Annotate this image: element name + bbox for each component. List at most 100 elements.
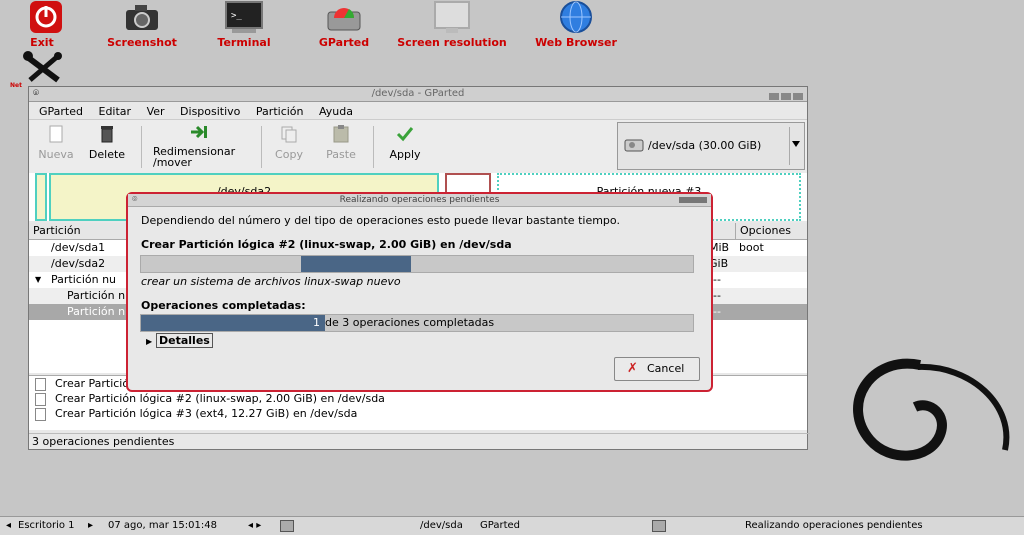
progress-text: de 3 operaciones completadas [325,316,495,329]
details-expander[interactable]: ▶ Detalles [146,333,213,348]
globe-icon [560,1,592,33]
graph-sda1[interactable] [35,173,47,221]
row-partition: /dev/sda2 [51,257,106,270]
document-icon [35,393,46,406]
network-label: Net [10,82,22,89]
sub-progress-bar [140,255,694,273]
apply-label: Apply [389,148,421,161]
copy-button[interactable]: Copy [269,124,309,161]
task-gparted-name[interactable]: GParted [480,517,520,534]
operation-text: Crear Partición lógica #3 (ext4, 12.27 G… [55,407,358,420]
header-options[interactable]: Opciones [735,223,791,239]
overall-progress-fill [141,315,325,331]
expander-icon[interactable]: ▼ [35,272,41,288]
gparted-label: GParted [318,36,370,49]
device-selector-separator [789,127,790,165]
document-icon [35,408,46,421]
operation-text: Crear Partición [55,377,137,390]
paste-label: Paste [326,148,356,161]
overall-progress-bar: 1 de 3 operaciones completadas [140,314,694,332]
menu-dispositivo[interactable]: Dispositivo [174,102,246,118]
dialog-sub-operation: crear un sistema de archivos linux-swap … [141,275,401,288]
window-controls[interactable] [767,90,803,103]
desktop-name[interactable]: Escritorio 1 [18,517,75,534]
screenshot-desktop-icon[interactable]: Screenshot [107,0,177,49]
menu-editar[interactable]: Editar [93,102,138,118]
dialog-intro: Dependiendo del número y del tipo de ope… [141,214,620,227]
task-gparted[interactable]: /dev/sda [420,517,463,534]
row-partition: Partición n [67,289,126,302]
status-bar: 3 operaciones pendientes [29,433,810,450]
dialog-window-controls[interactable] [679,197,707,203]
delete-label: Delete [88,148,126,161]
web-browser-desktop-icon[interactable]: Web Browser [535,0,617,49]
device-selector[interactable]: /dev/sda (30.00 GiB) [617,122,805,170]
tools-icon [23,51,62,83]
completed-label: Operaciones completadas: [141,299,306,312]
gparted-icon [327,8,361,31]
row-partition: Partición n [67,305,126,318]
dialog-current-operation: Crear Partición lógica #2 (linux-swap, 2… [141,238,512,251]
terminal-desktop-icon[interactable]: >_ Terminal [217,0,271,49]
copy-label: Copy [275,148,303,161]
document-icon [35,378,46,391]
gparted-desktop-icon[interactable]: GParted [319,0,369,49]
power-icon [29,1,62,33]
toolbar: Nueva Delete Redimensionar /mover Copy P… [29,119,807,175]
paste-button[interactable]: Paste [319,124,363,161]
dialog-titlebar[interactable]: ⌾ Realizando operaciones pendientes [128,194,711,207]
dialog-title: Realizando operaciones pendientes [339,195,500,205]
svg-text:>_: >_ [231,11,242,21]
cancel-button[interactable]: ✗ Cancel [614,357,700,381]
harddisk-icon [624,139,644,152]
row-partition: /dev/sda1 [51,241,106,254]
screenshot-label: Screenshot [107,36,177,49]
resize-move-button[interactable]: Redimensionar /mover [149,124,249,168]
next-desktop-icon[interactable]: ▸ [88,517,93,534]
header-partition[interactable]: Partición [33,223,81,239]
toolbar-separator [373,126,374,168]
menubar: GParted Editar Ver Dispositivo Partición… [29,102,807,119]
list-item[interactable]: Crear Partición lógica #2 (linux-swap, 2… [29,391,807,406]
screen-resolution-desktop-icon[interactable]: Screen resolution [397,0,507,49]
sub-progress-fill [301,256,411,272]
resize-move-label: Redimensionar /mover [153,145,236,169]
checkmark-icon [395,124,415,144]
menu-ver[interactable]: Ver [141,102,171,118]
exit-label: Exit [30,36,54,49]
copy-icon [279,124,299,144]
task-window-icon [652,520,666,532]
monitor-icon [434,1,470,33]
details-label: Detalles [156,333,213,348]
menu-ayuda[interactable]: Ayuda [313,102,359,118]
window-title: /dev/sda - GParted [371,88,465,99]
task-window-icon [280,520,294,532]
new-button[interactable]: Nueva [35,124,77,161]
delete-button[interactable]: Delete [85,124,129,161]
prev-desktop-icon[interactable]: ◂ [6,517,11,534]
resize-arrow-icon [189,124,209,144]
progress-count: 1 [313,316,320,329]
window-titlebar[interactable]: ⌾ /dev/sda - GParted [29,87,807,102]
screen-resolution-label: Screen resolution [397,36,507,49]
toolbar-separator [261,126,262,168]
trash-icon [97,124,117,144]
web-browser-label: Web Browser [535,36,617,49]
new-label: Nueva [38,148,74,161]
expander-arrow-icon: ▶ [146,337,153,346]
list-item[interactable]: Crear Partición lógica #3 (ext4, 12.27 G… [29,406,807,421]
device-label: /dev/sda (30.00 GiB) [648,139,762,152]
new-document-icon [46,124,66,144]
apply-button[interactable]: Apply [383,124,427,161]
row-options: boot [739,241,764,254]
clock: 07 ago, mar 15:01:48 [108,520,217,531]
dialog-menu-icon[interactable]: ⌾ [132,194,137,206]
menu-gparted[interactable]: GParted [33,102,89,118]
camera-icon [126,5,158,30]
task-prev-icon[interactable]: ◂ ▸ [248,517,261,534]
toolbar-separator [141,126,142,168]
task-pending-operations[interactable]: Realizando operaciones pendientes [745,517,923,534]
menu-particion[interactable]: Partición [250,102,310,118]
network-desktop-icon[interactable]: Net [10,50,70,90]
exit-desktop-icon[interactable]: Exit [18,0,66,49]
